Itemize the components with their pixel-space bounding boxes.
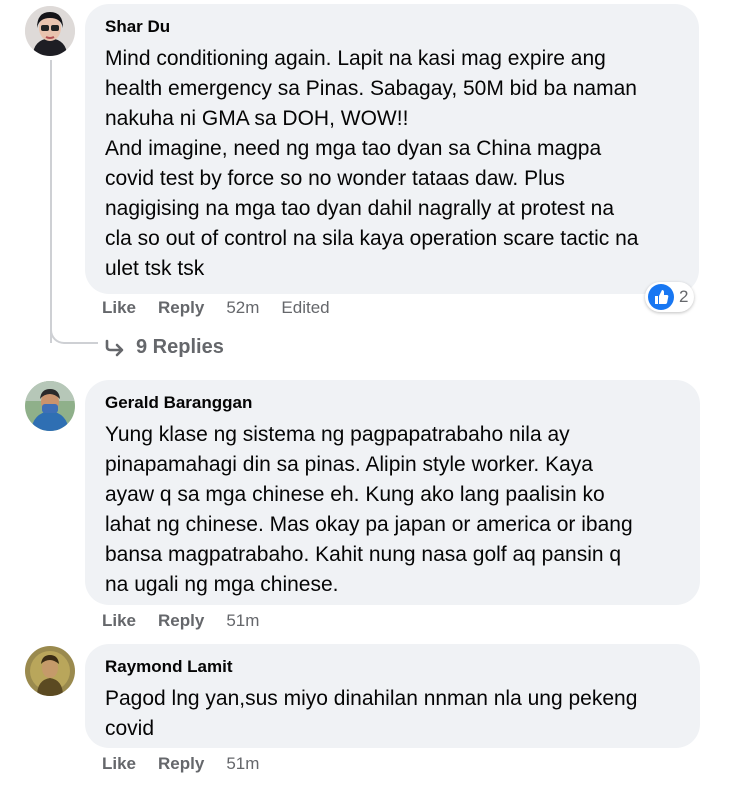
reply-link[interactable]: Reply [158,611,204,631]
comment-text: Mind conditioning again. Lapit na kasi m… [105,44,679,284]
profile-photo-icon [25,6,75,56]
comment-bubble: Gerald Baranggan Yung klase ng sistema n… [85,380,700,605]
view-replies-button[interactable]: 9 Replies [104,336,224,359]
comment-text-line: Pagod lng yan,sus miyo dinahilan nnman n… [105,687,638,710]
like-link[interactable]: Like [102,611,136,631]
like-link[interactable]: Like [102,754,136,774]
edited-label[interactable]: Edited [281,298,329,318]
thread-connector-curve [50,320,98,344]
thread-connector-line [50,60,52,343]
profile-photo-icon [25,381,75,431]
reaction-count: 2 [679,287,689,306]
comment-text-line: lahat ng chinese. Mas okay pa japan or a… [105,513,633,536]
comment-bubble: Shar Du Mind conditioning again. Lapit n… [85,4,699,294]
comment-timestamp[interactable]: 52m [226,298,259,318]
comment-text-line: covid [105,717,155,740]
comment-text-line: na ugali ng mga chinese. [105,573,339,596]
comment-text-line: cla so out of control na sila kaya opera… [105,227,639,250]
comment-actions: Like Reply 52m Edited [102,298,352,318]
reaction-summary[interactable]: 2 [645,282,695,312]
comment-author[interactable]: Gerald Baranggan [105,392,680,414]
comment-text-line: covid test by force so no wonder tataas … [105,167,565,190]
comment-author[interactable]: Shar Du [105,16,679,38]
comment-text: Yung klase ng sistema ng pagpapatrabaho … [105,420,680,600]
reply-arrow-icon [105,339,124,356]
comment-text-line: nakuha ni GMA sa DOH, WOW!! [105,107,409,130]
like-link[interactable]: Like [102,298,136,318]
comment-text: Pagod lng yan,sus miyo dinahilan nnman n… [105,684,680,744]
comment-text-line: Yung klase ng sistema ng pagpapatrabaho … [105,423,570,446]
comment-text-line: Mind conditioning again. Lapit na kasi m… [105,47,606,70]
view-replies-label: 9 Replies [136,336,224,358]
profile-photo-icon [25,646,75,696]
avatar-raymond-lamit[interactable] [25,646,75,696]
comment-text-line: health emergency sa Pinas. Sabagay, 50M … [105,77,637,100]
comment-text-line: ayaw q sa mga chinese eh. Kung ako lang … [105,483,605,506]
comment-timestamp[interactable]: 51m [226,754,259,774]
comment-actions: Like Reply 51m [102,611,281,631]
comment-bubble: Raymond Lamit Pagod lng yan,sus miyo din… [85,644,700,748]
comment-text-line: nagigising na mga tao dyan dahil nagrall… [105,197,615,220]
comment-text-line: pinapamahagi din sa pinas. Alipin style … [105,453,593,476]
comment-actions: Like Reply 51m [102,754,281,774]
comment-text-line: ulet tsk tsk [105,257,205,280]
avatar-shar-du[interactable] [25,6,75,56]
comment-timestamp[interactable]: 51m [226,611,259,631]
thumbs-up-icon [648,284,674,310]
reply-link[interactable]: Reply [158,298,204,318]
reply-link[interactable]: Reply [158,754,204,774]
comment-author[interactable]: Raymond Lamit [105,656,680,678]
comment-text-line: And imagine, need ng mga tao dyan sa Chi… [105,137,602,160]
comment-text-line: bansa magpatrabaho. Kahit nung nasa golf… [105,543,622,566]
avatar-gerald-baranggan[interactable] [25,381,75,431]
